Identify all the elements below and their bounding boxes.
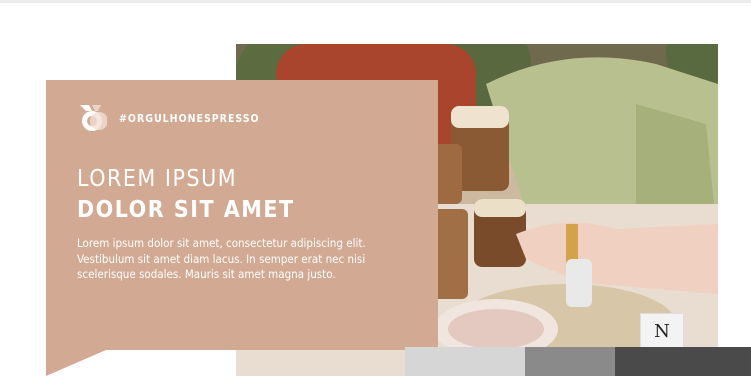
top-divider: [0, 0, 751, 3]
hashtag-row: #ORGULHONESPRESSO: [77, 105, 260, 131]
preview-mid-block: [525, 347, 615, 376]
medal-icon: [80, 105, 107, 131]
next-section-preview: [405, 347, 751, 376]
hero-title-line2: DOLOR SIT AMET: [77, 197, 295, 223]
card-tail-decoration: [46, 350, 106, 376]
hashtag-label: #ORGULHONESPRESSO: [119, 113, 260, 125]
hero-description: Lorem ipsum dolor sit amet, consectetur …: [77, 236, 366, 281]
hero-title-line1: LOREM IPSUM: [77, 166, 238, 192]
hero-card: #ORGULHONESPRESSO LOREM IPSUM DOLOR SIT …: [46, 80, 438, 350]
preview-light-block: [405, 347, 525, 376]
nespresso-logo-letter: N: [654, 320, 670, 342]
nespresso-logo: N: [640, 313, 684, 349]
